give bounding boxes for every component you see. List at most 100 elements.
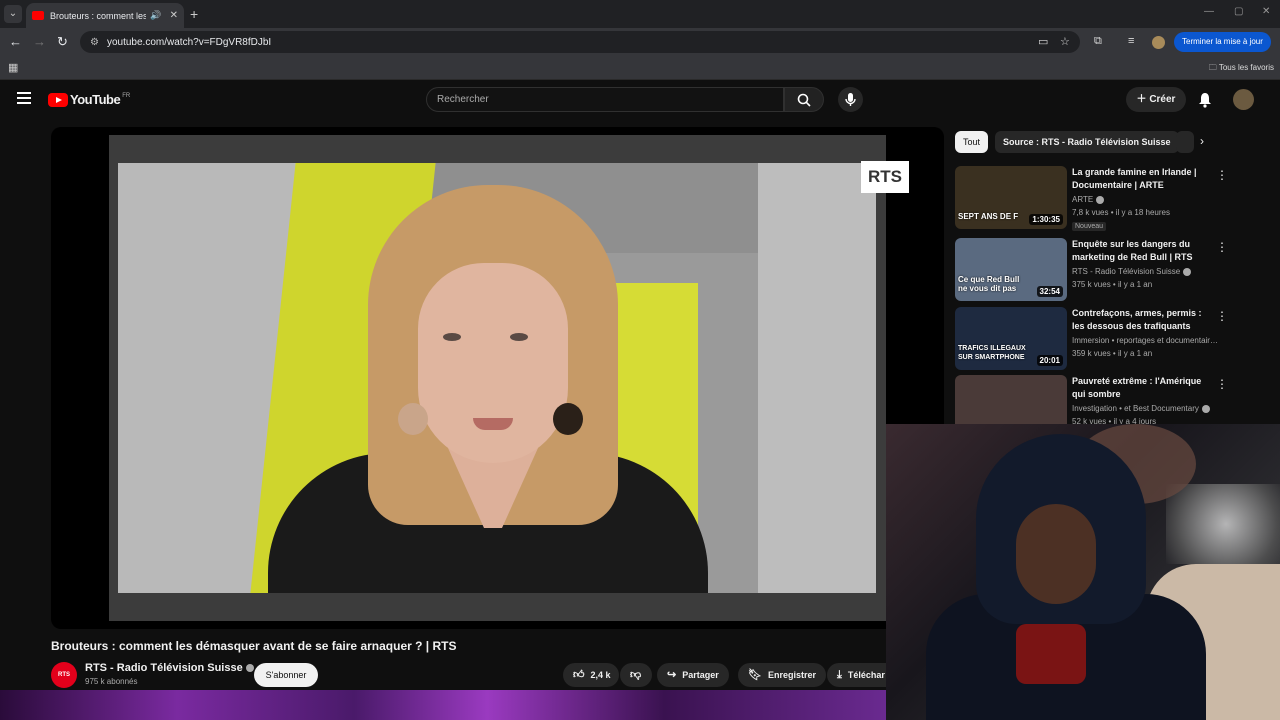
close-window-icon[interactable]: ✕ — [1262, 6, 1270, 17]
apps-grid-icon[interactable]: ▦ — [8, 61, 18, 74]
video-duration: 32:54 — [1036, 286, 1063, 297]
recommendation-item[interactable]: SEPT ANS DE F 1:30:35 La grande famine e… — [955, 166, 1255, 231]
recommendation-channel[interactable]: RTS - Radio Télévision Suisse — [1072, 267, 1224, 276]
site-info-icon[interactable]: ⚙ — [90, 37, 99, 48]
youtube-logo[interactable]: YouTube FR — [48, 92, 130, 107]
recommendation-meta: 359 k vues • il y a 1 an — [1072, 349, 1153, 358]
user-avatar[interactable] — [1233, 89, 1254, 110]
all-bookmarks-label: Tous les favoris — [1218, 63, 1274, 72]
search-icon — [797, 93, 811, 107]
recommendation-channel-text: Investigation • et Best Documentary — [1072, 404, 1199, 413]
address-bar[interactable]: ⚙ youtube.com/watch?v=FDgVR8fDJbI — [80, 31, 1080, 53]
create-button[interactable]: ＋ Créer — [1126, 87, 1186, 112]
bookmark-star-icon[interactable]: ☆ — [1060, 35, 1070, 48]
recommendation-item[interactable]: Ce que Red Bull ne vous dit pas 32:54 En… — [955, 238, 1255, 302]
verified-icon — [1096, 195, 1105, 204]
thumbs-down-icon: 👎︎ — [630, 669, 642, 681]
share-icon: ↪ — [667, 669, 677, 681]
reload-icon[interactable]: ↻ — [57, 34, 68, 50]
extensions-icon[interactable]: ⧉ — [1094, 35, 1102, 48]
more-options-icon[interactable]: ⋮ — [1216, 377, 1228, 391]
reading-list-icon[interactable]: ≡ — [1128, 35, 1134, 47]
back-icon[interactable]: ← — [9, 34, 22, 49]
youtube-favicon-icon — [32, 11, 44, 20]
menu-icon[interactable] — [17, 92, 31, 104]
more-options-icon[interactable]: ⋮ — [1216, 168, 1228, 182]
recommendation-title[interactable]: Enquête sur les dangers du marketing de … — [1072, 238, 1202, 264]
speaker-face — [418, 263, 568, 463]
subscribe-button[interactable]: S'abonner — [254, 663, 318, 687]
verified-icon — [245, 664, 254, 673]
update-button[interactable]: Terminer la mise à jour — [1174, 32, 1271, 52]
new-badge: Nouveau — [1072, 222, 1107, 231]
plus-icon: ＋ — [1136, 94, 1150, 105]
channel-name-text: RTS - Radio Télévision Suisse — [85, 662, 243, 674]
chip-source[interactable]: Source : RTS - Radio Télévision Suisse — [995, 131, 1179, 153]
video-thumbnail[interactable]: SEPT ANS DE F 1:30:35 — [955, 166, 1067, 229]
video-title: Brouteurs : comment les démasquer avant … — [51, 639, 457, 653]
download-label: Téléchar — [847, 670, 885, 680]
speaker-icon[interactable]: 🔊 — [150, 10, 161, 21]
microphone-icon — [845, 93, 856, 106]
video-thumbnail[interactable]: TRAFICS ILLEGAUX SUR SMARTPHONE 20:01 — [955, 307, 1067, 370]
search-input[interactable]: Rechercher — [426, 87, 784, 112]
search-button[interactable] — [784, 87, 824, 112]
more-options-icon[interactable]: ⋮ — [1216, 309, 1228, 323]
bookmark-icon: 🔖︎ — [748, 669, 762, 681]
share-button[interactable]: ↪ Partager — [657, 663, 729, 687]
chip-all[interactable]: Tout — [955, 131, 989, 153]
webcam-person-face — [1016, 504, 1096, 604]
share-label: Partager — [682, 670, 719, 680]
notifications-bell-icon[interactable] — [1198, 92, 1212, 108]
cast-icon[interactable]: ▭ — [1038, 35, 1048, 48]
video-player[interactable]: RTS — [51, 127, 944, 629]
close-tab-icon[interactable]: ✕ — [170, 10, 178, 21]
chevron-right-icon[interactable]: › — [1200, 134, 1204, 148]
recommendation-title[interactable]: Contrefaçons, armes, permis : les dessou… — [1072, 307, 1202, 333]
channel-name[interactable]: RTS - Radio Télévision Suisse — [85, 662, 254, 674]
recommendation-meta: 375 k vues • il y a 1 an — [1072, 280, 1153, 289]
recommendation-title[interactable]: Pauvreté extrême : l'Amérique qui sombre — [1072, 375, 1202, 401]
speaker-earring-right — [553, 403, 583, 435]
chip-partial[interactable] — [1176, 131, 1194, 153]
recommendation-channel[interactable]: Investigation • et Best Documentary — [1072, 404, 1224, 413]
speaker-earring-left — [398, 403, 428, 435]
maximize-icon[interactable]: ▢ — [1234, 6, 1243, 17]
recommendation-title[interactable]: La grande famine en Irlande | Documentai… — [1072, 166, 1202, 192]
channel-avatar[interactable]: RTS — [51, 662, 77, 688]
scene-wall-right — [758, 163, 876, 593]
verified-icon — [1183, 267, 1192, 276]
logo-text: YouTube — [70, 92, 121, 107]
voice-search-button[interactable] — [838, 87, 863, 112]
minimize-icon[interactable]: — — [1204, 6, 1214, 17]
thumbnail-overlay-text: SEPT ANS DE F — [958, 212, 1019, 221]
webcam-overlay — [886, 424, 1280, 720]
stream-overlay-strip — [0, 690, 886, 720]
recommendation-channel[interactable]: ARTE — [1072, 195, 1224, 204]
subscriber-count: 975 k abonnés — [85, 677, 138, 686]
channel-watermark: RTS — [861, 161, 909, 193]
recommendation-item[interactable]: TRAFICS ILLEGAUX SUR SMARTPHONE 20:01 Co… — [955, 307, 1255, 371]
profile-avatar[interactable] — [1152, 36, 1165, 49]
browser-tab[interactable]: Brouteurs : comment les dé 🔊 ✕ — [26, 3, 184, 28]
recommendation-channel-text: RTS - Radio Télévision Suisse — [1072, 267, 1181, 276]
save-button[interactable]: 🔖︎ Enregistrer — [738, 663, 826, 687]
like-count: 2,4 k — [590, 670, 611, 680]
new-tab-icon[interactable]: + — [190, 6, 198, 22]
recommendation-channel[interactable]: Immersion • reportages et documentair… — [1072, 336, 1224, 345]
webcam-red-cup — [1016, 624, 1086, 684]
video-thumbnail[interactable]: Ce que Red Bull ne vous dit pas 32:54 — [955, 238, 1067, 301]
dislike-button[interactable]: 👎︎ — [620, 663, 652, 687]
download-button[interactable]: ⤓ Téléchar — [827, 663, 887, 687]
address-toolbar: ← → ↻ ⚙ youtube.com/watch?v=FDgVR8fDJbI … — [0, 28, 1280, 56]
thumbnail-overlay-text: TRAFICS ILLEGAUX SUR SMARTPHONE — [958, 345, 1026, 361]
forward-icon[interactable]: → — [33, 34, 46, 49]
recommendation-channel-text: ARTE — [1072, 195, 1094, 204]
download-icon: ⤓ — [837, 669, 842, 681]
tab-search-icon[interactable]: ⌄ — [4, 5, 22, 23]
tab-title: Brouteurs : comment les dé — [50, 10, 147, 21]
more-options-icon[interactable]: ⋮ — [1216, 240, 1228, 254]
like-button[interactable]: 👍︎ 2,4 k — [563, 663, 619, 687]
youtube-header: YouTube FR Rechercher ＋ Créer — [0, 80, 1280, 120]
all-bookmarks-link[interactable]: 🗀 Tous les favoris — [1209, 62, 1274, 76]
